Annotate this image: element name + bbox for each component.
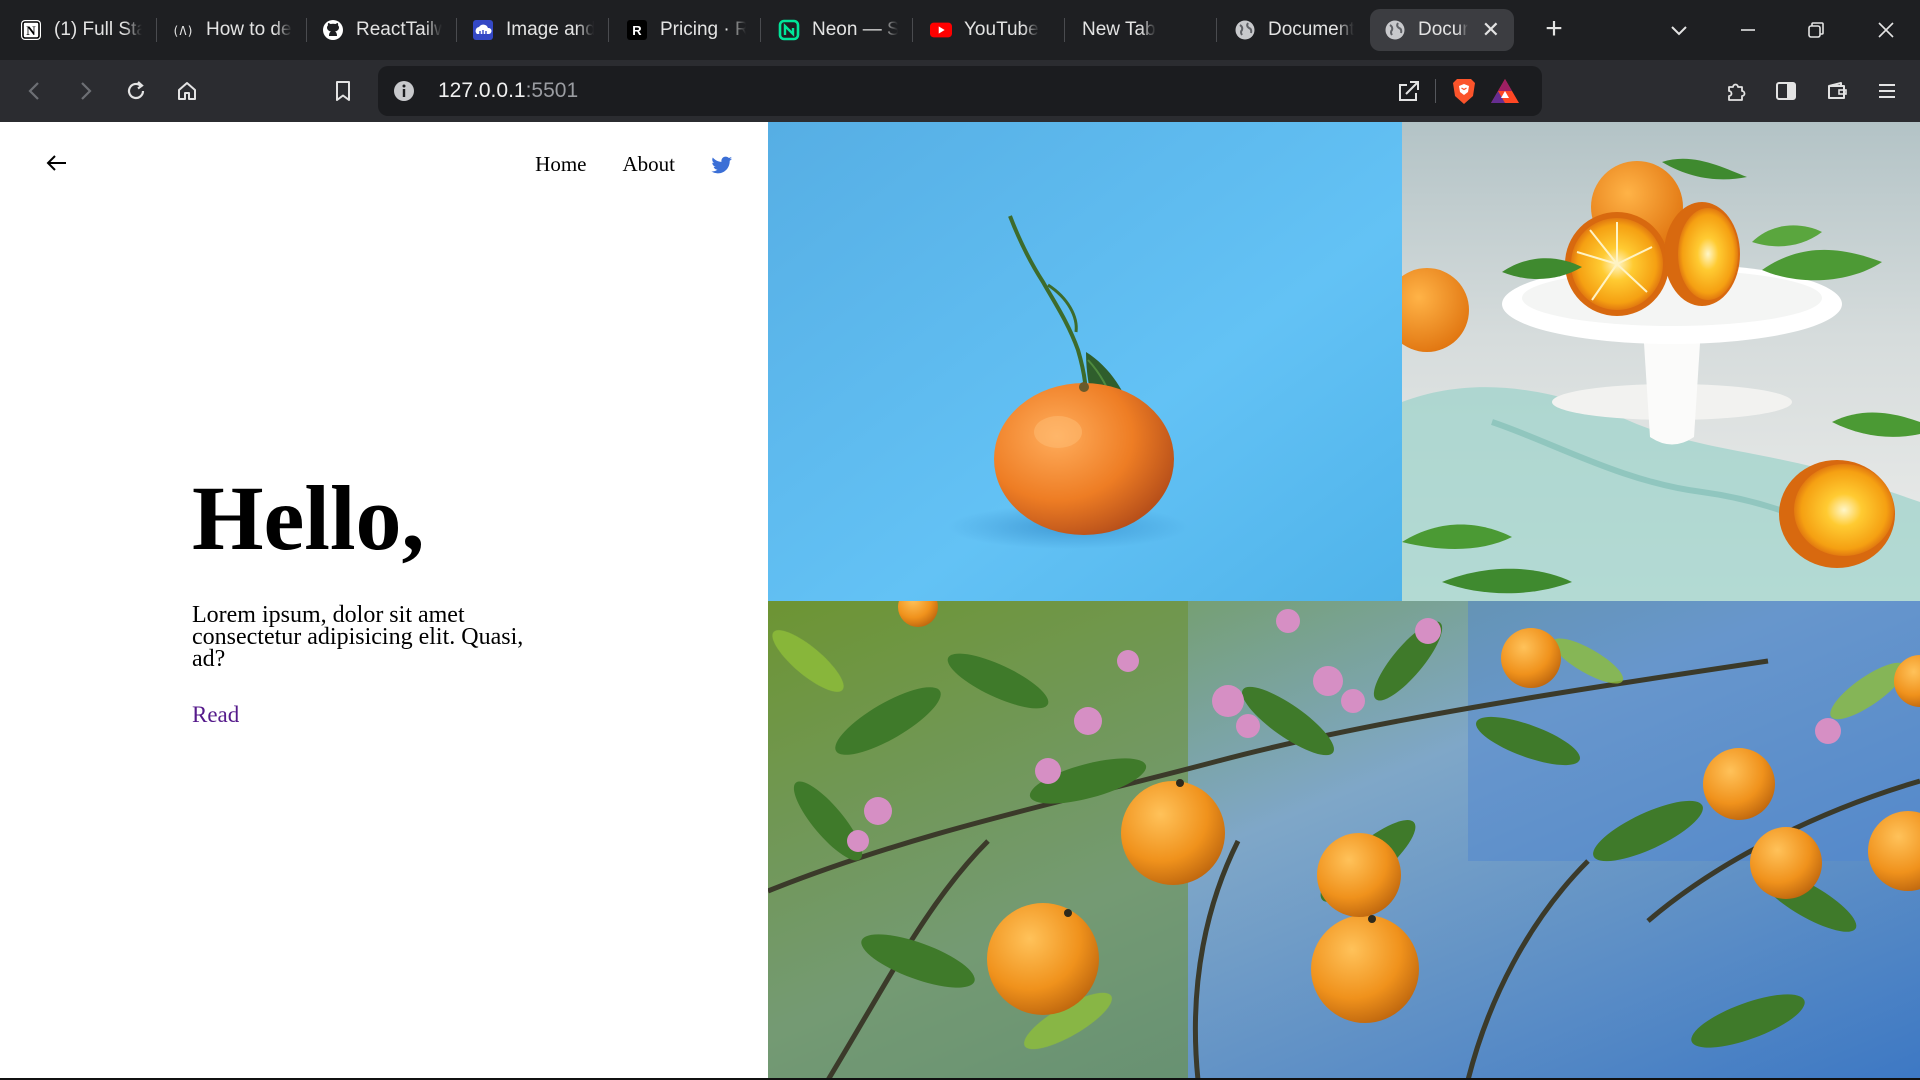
minimize-button[interactable] — [1728, 10, 1768, 50]
nav-link-home[interactable]: Home — [535, 152, 586, 177]
photo-tangerine — [768, 122, 1402, 601]
tab-title: Docur — [1418, 19, 1468, 40]
neon-icon — [778, 19, 800, 41]
cloud-icon — [472, 19, 494, 41]
sidebar-icon — [1776, 82, 1796, 100]
minimize-icon — [1741, 29, 1755, 31]
hero-pane: Home About Hello, Lorem ipsum, dolor sit… — [0, 122, 768, 1080]
tab-separator — [912, 18, 913, 42]
restore-icon — [1808, 22, 1824, 38]
url-text[interactable]: 127.0.0.1:5501 — [438, 79, 578, 103]
browser-tab[interactable]: YouTube — [916, 9, 1064, 51]
browser-tab[interactable]: N (1) Full Sta — [6, 9, 156, 51]
menu-button[interactable] — [1868, 72, 1906, 110]
sidebar-button[interactable] — [1767, 72, 1805, 110]
svg-text:R: R — [632, 23, 642, 38]
restore-button[interactable] — [1796, 10, 1836, 50]
bookmark-icon — [336, 81, 350, 101]
browser-tab-active[interactable]: Docur ✕ — [1370, 9, 1514, 51]
browser-tab[interactable]: Neon — S — [764, 9, 912, 51]
tab-title: Document — [1268, 19, 1354, 40]
tab-title: Neon — S — [812, 19, 898, 40]
tab-title: New Tab — [1082, 19, 1156, 40]
tab-separator — [608, 18, 609, 42]
photo-orange-tree — [768, 601, 1920, 1080]
tab-separator — [1216, 18, 1217, 42]
wallet-icon — [1828, 82, 1847, 99]
address-bar[interactable]: 127.0.0.1:5501 — [378, 66, 1542, 116]
hero-title: Hello, — [192, 467, 425, 569]
close-icon — [1878, 22, 1894, 38]
tab-title: ReactTailw — [356, 19, 442, 40]
tab-title: Image and — [506, 19, 594, 40]
github-icon — [322, 19, 344, 41]
browser-tab[interactable]: ReactTailw — [308, 9, 456, 51]
brave-rewards-icon[interactable] — [1490, 77, 1520, 105]
back-button[interactable] — [16, 72, 54, 110]
share-icon[interactable] — [1394, 77, 1422, 105]
page-viewport: Home About Hello, Lorem ipsum, dolor sit… — [0, 122, 1920, 1080]
render-icon: R — [626, 19, 648, 41]
top-nav: Home About — [535, 152, 733, 177]
svg-text:N: N — [26, 23, 36, 38]
close-tab-icon[interactable]: ✕ — [1482, 19, 1500, 41]
globe-icon — [1384, 19, 1406, 41]
tab-title: Pricing · Re — [660, 19, 746, 40]
photo-oranges-stand — [1402, 122, 1920, 601]
new-tab-button[interactable]: + — [1536, 12, 1572, 48]
tab-title: YouTube — [964, 19, 1039, 40]
browser-toolbar: 127.0.0.1:5501 — [0, 60, 1920, 122]
browser-tab[interactable]: Image and — [458, 9, 608, 51]
site-info-icon[interactable] — [392, 79, 416, 103]
close-window-button[interactable] — [1866, 10, 1906, 50]
chevron-down-icon — [1671, 26, 1687, 36]
devto-icon: (Λ) — [172, 19, 194, 41]
bookmark-button[interactable] — [324, 72, 362, 110]
hamburger-menu-icon — [1879, 84, 1895, 98]
address-bar-divider — [1435, 79, 1436, 103]
browser-tab[interactable]: (Λ) How to de — [158, 9, 306, 51]
browser-tab[interactable]: R Pricing · Re — [612, 9, 760, 51]
youtube-icon — [930, 19, 952, 41]
tab-separator — [456, 18, 457, 42]
tab-separator — [1064, 18, 1065, 42]
url-host: 127.0.0.1 — [438, 79, 526, 102]
chevron-right-icon — [81, 82, 92, 100]
globe-icon — [1234, 19, 1256, 41]
reload-button[interactable] — [117, 72, 155, 110]
browser-tab[interactable]: New Tab — [1068, 9, 1216, 51]
tab-separator — [156, 18, 157, 42]
read-link[interactable]: Read — [192, 702, 239, 728]
forward-button[interactable] — [66, 72, 104, 110]
tab-title: (1) Full Sta — [54, 19, 142, 40]
twitter-icon[interactable] — [711, 154, 733, 176]
tab-separator — [306, 18, 307, 42]
notion-icon: N — [20, 19, 42, 41]
chevron-left-icon — [28, 82, 39, 100]
hero-text: Lorem ipsum, dolor sit amet consectetur … — [192, 602, 524, 672]
svg-text:(Λ): (Λ) — [172, 24, 194, 38]
url-port: :5501 — [525, 79, 579, 102]
arrow-left-icon[interactable] — [44, 150, 70, 176]
reload-icon — [127, 81, 145, 100]
browser-tab-strip: N (1) Full Sta (Λ) How to de ReactTailw … — [0, 0, 1920, 60]
nav-link-about[interactable]: About — [623, 152, 676, 177]
extensions-button[interactable] — [1717, 72, 1755, 110]
tab-title: How to de — [206, 19, 292, 40]
home-icon — [178, 82, 196, 100]
wallet-button[interactable] — [1818, 72, 1856, 110]
tab-search-button[interactable] — [1659, 10, 1699, 50]
brave-shields-icon[interactable] — [1450, 76, 1478, 106]
tab-separator — [760, 18, 761, 42]
home-button[interactable] — [168, 72, 206, 110]
puzzle-icon — [1728, 83, 1746, 101]
browser-tab[interactable]: Document — [1220, 9, 1368, 51]
